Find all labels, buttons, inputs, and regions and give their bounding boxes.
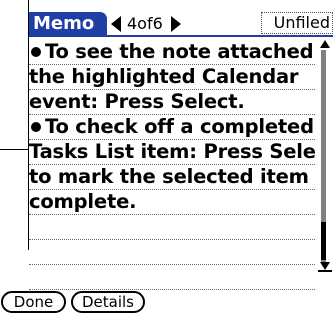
details-button[interactable]: Details [71,291,145,313]
app-title: Memo [29,12,107,35]
memo-line-text: To see the note attached to [45,40,315,63]
memo-line-text: Tasks List item: Press Select [29,140,315,163]
right-arrow-icon[interactable] [170,16,181,32]
scroll-down-arrow-icon[interactable] [320,262,330,270]
memo-line: complete. [29,190,315,215]
bullet-icon [31,46,41,57]
memo-line [29,215,315,240]
memo-line [29,240,315,265]
callout-connector-horizontal [0,149,28,150]
memo-line-text: to mark the selected item as [29,165,315,188]
category-selector[interactable]: Unfiled [261,12,333,34]
memo-line: To check off a completed [29,115,315,140]
record-position: 4of6 [127,14,163,33]
memo-line: the highlighted Calendar [29,65,315,90]
scrollbar[interactable] [318,40,332,278]
title-bar: Memo 4of6 Unfiled [29,8,333,38]
done-button[interactable]: Done [1,291,66,313]
record-navigator: 4of6 [111,14,181,34]
bullet-icon [31,121,41,132]
scroll-thumb[interactable] [321,222,326,260]
memo-line: to mark the selected item as [29,165,315,190]
memo-line [29,265,315,290]
memo-line: event: Press Select. [29,90,315,115]
title-underline [29,35,333,37]
memo-line-text: complete. [29,190,137,213]
memo-text-area[interactable]: To see the note attached to the highlight… [29,40,315,290]
scroll-baseline [318,270,332,272]
memo-line-text: the highlighted Calendar [29,65,299,88]
left-arrow-icon[interactable] [111,16,121,32]
memo-line: Tasks List item: Press Select [29,140,315,165]
memo-line-text: To check off a completed [45,115,314,138]
memo-line: To see the note attached to [29,40,315,65]
memo-line-text: event: Press Select. [29,90,245,113]
scroll-up-arrow-icon[interactable] [320,40,330,48]
